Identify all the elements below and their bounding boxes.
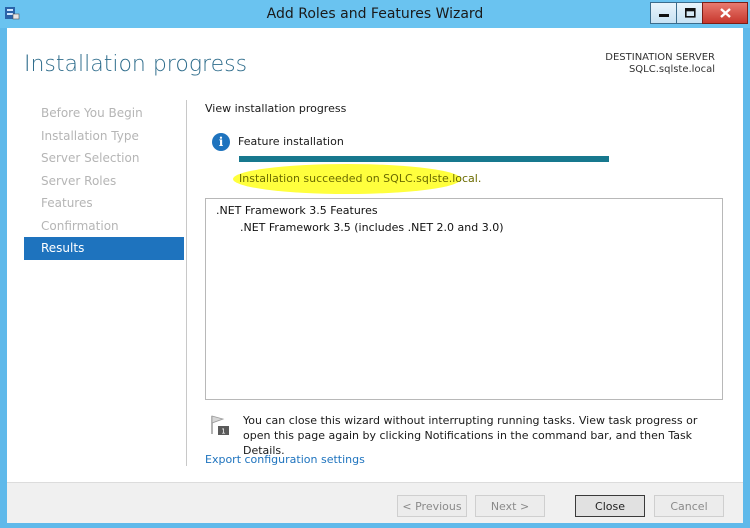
maximize-icon [685, 8, 696, 18]
installation-progress-bar [239, 156, 609, 162]
page-title: Installation progress [24, 52, 248, 77]
previous-button[interactable]: < Previous [397, 495, 467, 517]
nav-item-server-roles[interactable]: Server Roles [24, 170, 184, 193]
maximize-button[interactable] [676, 2, 704, 24]
result-item-parent: .NET Framework 3.5 Features [216, 204, 378, 217]
notification-flag-icon: 1 [211, 415, 229, 436]
nav-item-before-you-begin[interactable]: Before You Begin [24, 102, 184, 125]
nav-item-confirmation[interactable]: Confirmation [24, 215, 184, 238]
result-item-child: .NET Framework 3.5 (includes .NET 2.0 an… [240, 221, 504, 234]
feature-installation-label: Feature installation [238, 135, 344, 148]
title-bar: Add Roles and Features Wizard [0, 0, 750, 28]
installation-status-message: Installation succeeded on SQLC.sqlste.lo… [239, 172, 482, 185]
progress-fill [239, 156, 609, 162]
notice-text: You can close this wizard without interr… [243, 414, 698, 457]
minimize-button[interactable] [650, 2, 678, 24]
close-button[interactable]: Close [575, 495, 645, 517]
cancel-button[interactable]: Cancel [654, 495, 724, 517]
wizard-footer: < Previous Next > Close Cancel [7, 482, 743, 523]
svg-text:1: 1 [221, 428, 225, 436]
wizard-window: Installation progress DESTINATION SERVER… [7, 28, 743, 523]
section-heading: View installation progress [205, 102, 347, 115]
destination-server-name: SQLC.sqlste.local [628, 64, 715, 75]
close-icon [720, 8, 731, 18]
next-button[interactable]: Next > [475, 495, 545, 517]
nav-item-results[interactable]: Results [24, 237, 184, 260]
nav-divider [186, 100, 187, 466]
info-icon: i [212, 133, 230, 151]
nav-item-installation-type[interactable]: Installation Type [24, 125, 184, 148]
export-configuration-link[interactable]: Export configuration settings [205, 453, 365, 466]
nav-item-features[interactable]: Features [24, 192, 184, 215]
window-title: Add Roles and Features Wizard [266, 6, 484, 22]
results-list: .NET Framework 3.5 Features .NET Framewo… [205, 198, 723, 400]
nav-item-server-selection[interactable]: Server Selection [24, 147, 184, 170]
wizard-nav: Before You Begin Installation Type Serve… [24, 102, 184, 260]
close-window-button[interactable] [702, 2, 748, 24]
destination-server-label: DESTINATION SERVER [605, 52, 715, 63]
minimize-icon [659, 14, 669, 17]
